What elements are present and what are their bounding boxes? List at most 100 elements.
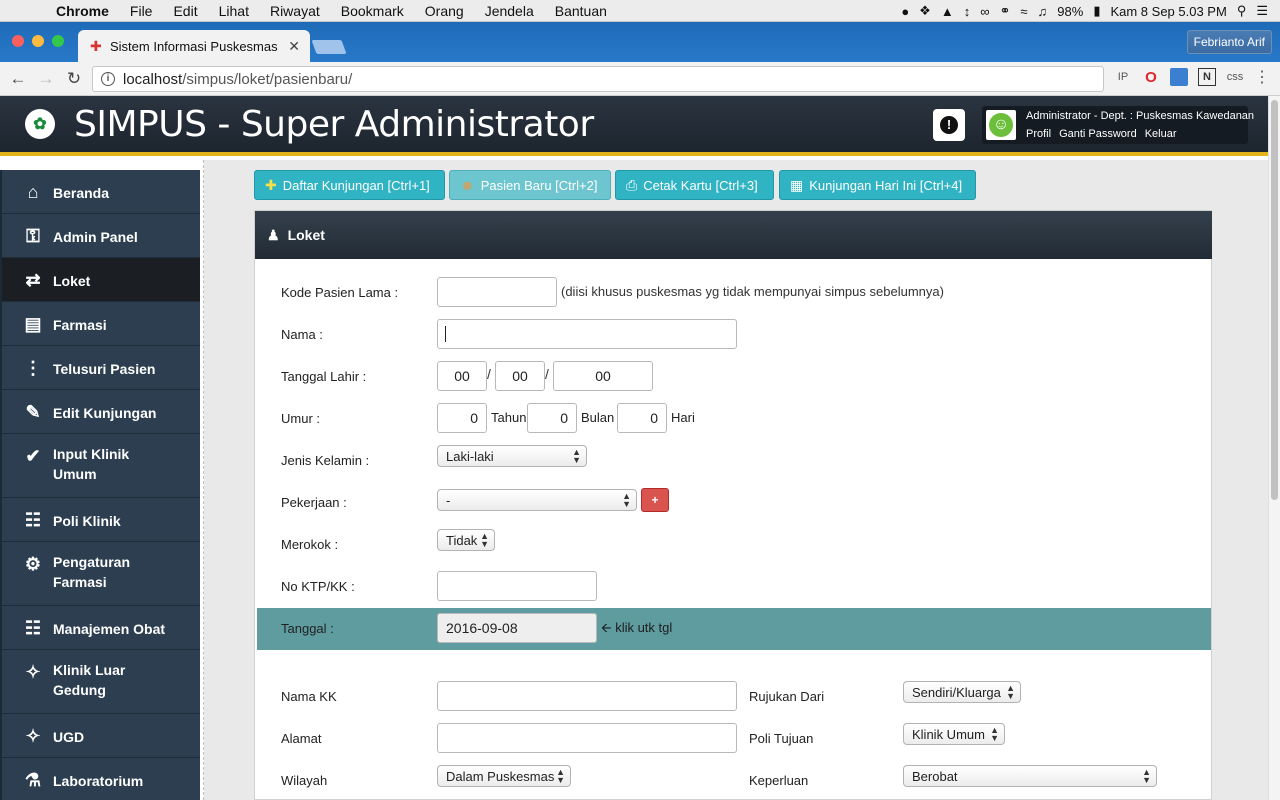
sidebar-item-telusuri-pasien[interactable]: ⋮ Telusuri Pasien: [2, 346, 200, 390]
wilayah-select[interactable]: Dalam Puskesmas ▲ ▼: [437, 765, 571, 787]
ganti-password-link[interactable]: Ganti Password: [1059, 128, 1137, 140]
new-tab-button[interactable]: [311, 40, 347, 54]
tanggal-lahir-day-input[interactable]: 00: [437, 361, 487, 391]
reload-icon[interactable]: ↻: [60, 69, 88, 89]
menu-jendela[interactable]: Jendela: [485, 3, 534, 19]
gear-icon: ⚙: [24, 554, 42, 574]
tanggal-input[interactable]: 2016-09-08: [437, 613, 597, 643]
alamat-input[interactable]: [437, 723, 737, 753]
wifi-icon[interactable]: ≈: [1020, 4, 1027, 19]
creative-cloud-icon[interactable]: ⚭: [999, 3, 1010, 19]
dropbox-icon[interactable]: ❖: [919, 3, 931, 19]
profile-button[interactable]: Febrianto Arif: [1186, 30, 1272, 54]
add-pekerjaan-button[interactable]: +: [641, 488, 669, 512]
umur-bulan-input[interactable]: 0: [527, 403, 577, 433]
info-icon[interactable]: i: [101, 72, 115, 86]
avatar: ☺: [986, 110, 1016, 140]
css-extension-icon[interactable]: css: [1226, 68, 1244, 86]
back-icon[interactable]: ←: [4, 69, 32, 89]
pekerjaan-select[interactable]: - ▲ ▼: [437, 489, 637, 511]
scrollbar-thumb[interactable]: [1271, 100, 1278, 500]
smiley-icon: ☺: [989, 113, 1013, 137]
menu-edit[interactable]: Edit: [173, 3, 197, 19]
sidebar-item-pengaturan-farmasi[interactable]: ⚙ Pengaturan Farmasi: [2, 542, 200, 606]
sidebar-item-laboratorium[interactable]: ⚗ Laboratorium: [2, 758, 200, 800]
profil-link[interactable]: Profil: [1026, 128, 1051, 140]
sidebar-item-admin-panel[interactable]: ⚿ Admin Panel: [2, 214, 200, 258]
sidebar-item-farmasi[interactable]: ▤ Farmasi: [2, 302, 200, 346]
exclamation-icon: !: [940, 116, 958, 134]
nama-kk-input[interactable]: [437, 681, 737, 711]
window-extension-icon[interactable]: [1170, 68, 1188, 86]
panel-title: Loket: [287, 227, 325, 243]
zoom-window-button[interactable]: [52, 35, 64, 47]
browser-tabstrip: ✚ Sistem Informasi Puskesmas ✕ Febrianto…: [0, 22, 1280, 62]
kode-pasien-input[interactable]: [437, 277, 557, 307]
sidebar-item-input-klinik-umum[interactable]: ✔ Input Klinik Umum: [2, 434, 200, 498]
forward-icon[interactable]: →: [32, 69, 60, 89]
menu-orang[interactable]: Orang: [425, 3, 464, 19]
select-value: Laki-laki: [446, 448, 494, 464]
sidebar-item-edit-kunjungan[interactable]: ✎ Edit Kunjungan: [2, 390, 200, 434]
volume-icon[interactable]: ♫: [1038, 4, 1048, 19]
notification-center-icon[interactable]: ☰: [1256, 3, 1268, 19]
tanggal-hint-text: klik utk tgl: [615, 620, 673, 635]
keperluan-select[interactable]: Berobat ▲ ▼: [903, 765, 1157, 787]
nama-kk-label: Nama KK: [281, 689, 337, 704]
umur-hari-input[interactable]: 0: [617, 403, 667, 433]
ktp-input[interactable]: [437, 571, 597, 601]
sidebar-item-manajemen-obat[interactable]: ☷ Manajemen Obat: [2, 606, 200, 650]
alamat-label: Alamat: [281, 731, 322, 746]
bulan-label: Bulan: [581, 410, 615, 425]
rujukan-select[interactable]: Sendiri/Kluarga ▲ ▼: [903, 681, 1021, 703]
sidebar-item-label: Laboratorium: [53, 773, 144, 789]
close-tab-icon[interactable]: ✕: [288, 38, 300, 55]
url-host: localhost: [123, 70, 183, 88]
wilayah-label: Wilayah: [281, 773, 328, 788]
menu-riwayat[interactable]: Riwayat: [270, 3, 320, 19]
status-icon[interactable]: ●: [901, 4, 909, 19]
opera-extension-icon[interactable]: O: [1142, 68, 1160, 86]
jenis-kelamin-select[interactable]: Laki-laki ▲ ▼: [437, 445, 587, 467]
battery-icon[interactable]: ▮: [1093, 3, 1100, 19]
merokok-select[interactable]: Tidak ▲ ▼: [437, 529, 495, 551]
menu-bookmark[interactable]: Bookmark: [341, 3, 404, 19]
sidebar-item-label: Telusuri Pasien: [53, 361, 156, 377]
nama-input[interactable]: [437, 319, 737, 349]
sidebar-item-poli-klinik[interactable]: ☷ Poli Klinik: [2, 498, 200, 542]
kode-pasien-hint: (diisi khusus puskesmas yg tidak mempuny…: [561, 284, 944, 299]
arrows-icon[interactable]: ↕: [964, 4, 971, 19]
menu-kebab-icon[interactable]: ⋮: [1254, 70, 1270, 86]
macos-menubar: Chrome File Edit Lihat Riwayat Bookmark …: [0, 0, 1280, 22]
browser-tab[interactable]: ✚ Sistem Informasi Puskesmas ✕: [78, 30, 310, 62]
spotlight-icon[interactable]: ⚲: [1237, 3, 1247, 19]
tanggal-lahir-month-input[interactable]: 00: [495, 361, 545, 391]
umur-tahun-input[interactable]: 0: [437, 403, 487, 433]
sidebar-item-loket[interactable]: ⇄ Loket: [2, 258, 200, 302]
keluar-link[interactable]: Keluar: [1145, 128, 1177, 140]
kunjungan-hari-ini-button[interactable]: ▦ Kunjungan Hari Ini [Ctrl+4]: [779, 170, 976, 200]
menubar-clock[interactable]: Kam 8 Sep 5.03 PM: [1110, 4, 1226, 19]
infinity-icon[interactable]: ∞: [980, 4, 989, 19]
address-bar[interactable]: i localhost/simpus/loket/pasienbaru/: [92, 66, 1104, 92]
minimize-window-button[interactable]: [32, 35, 44, 47]
menu-app-name[interactable]: Chrome: [56, 3, 109, 19]
sidebar-item-ugd[interactable]: ✧ UGD: [2, 714, 200, 758]
menu-lihat[interactable]: Lihat: [219, 3, 249, 19]
poli-tujuan-select[interactable]: Klinik Umum ▲ ▼: [903, 723, 1005, 745]
pasien-baru-button[interactable]: ☻ Pasien Baru [Ctrl+2]: [449, 170, 611, 200]
n-extension-icon[interactable]: N: [1198, 68, 1216, 86]
menu-file[interactable]: File: [130, 3, 153, 19]
page-scrollbar[interactable]: [1268, 96, 1280, 800]
daftar-kunjungan-button[interactable]: ✚ Daftar Kunjungan [Ctrl+1]: [254, 170, 445, 200]
drive-icon[interactable]: ▲: [941, 4, 954, 19]
sidebar-item-beranda[interactable]: ⌂ Beranda: [2, 170, 200, 214]
sidebar-item-klinik-luar-gedung[interactable]: ✧ Klinik Luar Gedung: [2, 650, 200, 714]
ip-extension-icon[interactable]: IP: [1114, 68, 1132, 86]
sidebar-item-label: Klinik Luar Gedung: [53, 662, 126, 698]
cetak-kartu-button[interactable]: ⎙ Cetak Kartu [Ctrl+3]: [615, 170, 774, 200]
menu-bantuan[interactable]: Bantuan: [555, 3, 607, 19]
close-window-button[interactable]: [12, 35, 24, 47]
tanggal-lahir-year-input[interactable]: 00: [553, 361, 653, 391]
notification-button[interactable]: !: [933, 109, 965, 141]
